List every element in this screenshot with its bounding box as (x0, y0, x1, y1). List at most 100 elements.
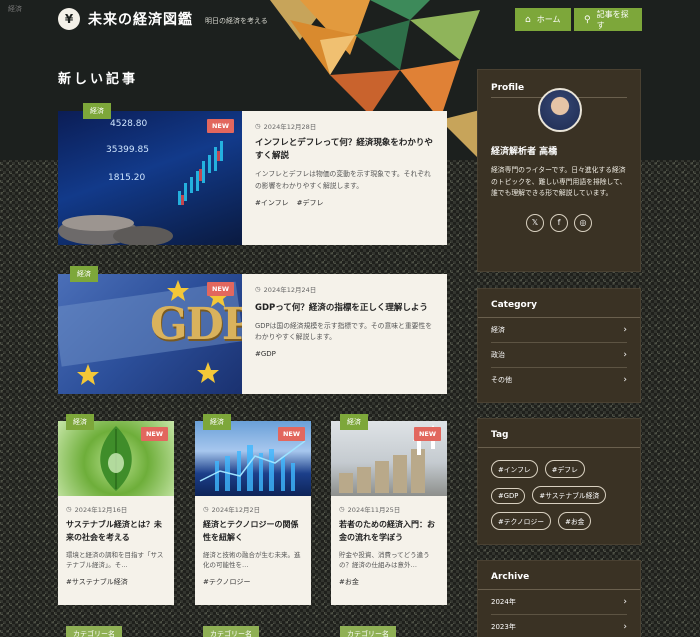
archive-item-label: 2024年 (491, 598, 516, 606)
article-card[interactable]: NEW ◷ 2024年11月25日 若者のための経済入門：お金の流れを学ぼう 貯金… (331, 421, 447, 605)
nav-search-label: 記事を探す (596, 9, 629, 30)
post-date: ◷ 2024年12月24日 (255, 284, 434, 294)
new-badge: NEW (206, 119, 234, 133)
post-date-text: 2024年12月2日 (211, 506, 261, 514)
chevron-right-icon: › (623, 350, 627, 360)
avatar (538, 88, 582, 132)
category-item-label: 経済 (491, 326, 505, 334)
profile-panel: Profile 経済解析者 高橋 経済専門のライターです。日々進化する経済のトピ… (477, 69, 641, 272)
instagram-icon[interactable]: ◎ (574, 213, 592, 232)
tag-link[interactable]: #インフレ (255, 198, 289, 208)
nav-search-button[interactable]: ⚲ 記事を探す (574, 8, 642, 31)
post-date: ◷ 2024年12月2日 (203, 504, 303, 514)
archive-item-label: 2023年 (491, 623, 516, 631)
article-title[interactable]: 経済とテクノロジーの関係性を紐解く (203, 519, 303, 545)
article-excerpt: 環境と経済の調和を目指す「サステナブル経済」。そ… (66, 550, 164, 570)
archive-item[interactable]: 2024年 › (491, 590, 627, 615)
article-title[interactable]: サステナブル経済とは？未来の社会を考える (66, 519, 166, 545)
archive-panel: Archive 2024年 › 2023年 › (477, 560, 641, 637)
tag-pill[interactable]: #インフレ (491, 460, 538, 478)
tag-pill[interactable]: #デフレ (544, 460, 585, 478)
thumb-number: 1815.20 (108, 173, 146, 183)
clock-icon: ◷ (203, 505, 209, 513)
chevron-right-icon: › (623, 597, 627, 607)
facebook-icon[interactable]: f (550, 213, 568, 232)
post-date-text: 2024年12月24日 (263, 286, 317, 294)
article-title[interactable]: GDPって何？経済の指標を正しく理解しよう (255, 302, 434, 315)
tag-panel: Tag #インフレ #デフレ #GDP #サステナブル経済 #テクノロジー #お… (477, 418, 641, 545)
site-tagline: 明日の経済を考える (205, 16, 268, 25)
article-title[interactable]: インフレとデフレって何？経済現象をわかりやすく解説 (255, 137, 434, 163)
chevron-right-icon: › (623, 325, 627, 335)
corner-label: 経済 (8, 5, 22, 13)
category-item[interactable]: 経済 › (491, 318, 627, 343)
archive-title: Archive (478, 561, 640, 590)
yen-bag-logo-icon: ¥ (58, 8, 80, 30)
article-thumbnail[interactable]: NEW (195, 421, 311, 496)
category-label[interactable]: 経済 (70, 266, 98, 282)
tag-pill[interactable]: #お金 (558, 512, 592, 530)
article-card[interactable]: 4528.80 35399.85 1815.20 NEW ◷ 2024年12月28… (58, 111, 447, 245)
nav-home-label: ホーム (536, 15, 561, 24)
site-title[interactable]: 未来の経済図鑑 (88, 9, 193, 29)
post-date: ◷ 2024年12月28日 (255, 121, 434, 131)
category-item-label: 政治 (491, 351, 505, 359)
clock-icon: ◷ (66, 505, 72, 513)
category-label[interactable]: 経済 (66, 414, 94, 430)
category-item[interactable]: その他 › (491, 368, 627, 392)
article-card[interactable]: GDP NEW ◷ 2024年12月24日 GDPって何？経済の指標を正しく理解し… (58, 274, 447, 394)
new-badge: NEW (140, 427, 168, 441)
section-title: 新しい記事 (58, 72, 139, 87)
tag-pill[interactable]: #テクノロジー (491, 512, 552, 530)
new-badge: NEW (413, 427, 441, 441)
chevron-right-icon: › (623, 622, 627, 632)
article-title[interactable]: 若者のための経済入門：お金の流れを学ぼう (339, 519, 439, 545)
thumb-number: 4528.80 (110, 119, 148, 129)
search-icon: ⚲ (584, 14, 591, 25)
article-thumbnail[interactable]: NEW (58, 421, 174, 496)
category-label[interactable]: 経済 (340, 414, 368, 430)
category-title: Category (478, 289, 640, 318)
x-icon[interactable]: 𝕏 (526, 213, 544, 232)
tag-pill[interactable]: #サステナブル経済 (532, 486, 607, 504)
post-date: ◷ 2024年11月25日 (339, 504, 439, 514)
tag-link[interactable]: #デフレ (297, 198, 324, 208)
new-badge: NEW (206, 282, 234, 296)
category-label[interactable]: カテゴリー名 (203, 626, 259, 637)
post-date-text: 2024年12月28日 (263, 123, 317, 131)
post-date: ◷ 2024年12月16日 (66, 504, 166, 514)
tag-pill[interactable]: #GDP (491, 488, 526, 504)
category-panel: Category 経済 › 政治 › その他 › (477, 288, 641, 403)
article-thumbnail[interactable]: 4528.80 35399.85 1815.20 NEW (58, 111, 242, 245)
tag-link[interactable]: #サステナブル経済 (66, 577, 128, 587)
article-card[interactable]: NEW ◷ 2024年12月16日 サステナブル経済とは？未来の社会を考える 環境… (58, 421, 174, 605)
chevron-right-icon: › (623, 375, 627, 385)
thumb-number: 35399.85 (106, 145, 149, 155)
article-excerpt: 経済と技術の融合が生む未来。進化の可能性を… (203, 550, 301, 570)
tag-title: Tag (478, 419, 640, 448)
category-item[interactable]: 政治 › (491, 343, 627, 368)
article-excerpt: 貯金や投資、消費ってどう違うの？経済の仕組みは意外… (339, 550, 430, 570)
category-label[interactable]: 経済 (203, 414, 231, 430)
article-excerpt: GDPは国の経済規模を示す指標です。その意味と重要性をわかりやすく解説します。 (255, 322, 433, 342)
site-brand[interactable]: ¥ 未来の経済図鑑 明日の経済を考える (58, 8, 268, 30)
article-excerpt: インフレとデフレは物価の変動を示す現象です。それぞれの影響をわかりやすく解説しま… (255, 170, 431, 190)
category-label[interactable]: カテゴリー名 (340, 626, 396, 637)
category-item-label: その他 (491, 376, 512, 384)
article-thumbnail[interactable]: NEW (331, 421, 447, 496)
post-date-text: 2024年11月25日 (347, 506, 401, 514)
category-label[interactable]: 経済 (83, 103, 111, 119)
clock-icon: ◷ (255, 122, 261, 130)
clock-icon: ◷ (255, 285, 261, 293)
tag-link[interactable]: #お金 (339, 577, 359, 587)
tag-link[interactable]: #GDP (255, 350, 276, 358)
article-card[interactable]: NEW ◷ 2024年12月2日 経済とテクノロジーの関係性を紐解く 経済と技術の… (195, 421, 311, 605)
profile-bio: 経済専門のライターです。日々進化する経済のトピックを、難しい専門用語を排除して、… (491, 166, 627, 198)
article-thumbnail[interactable]: GDP NEW (58, 274, 242, 394)
category-label[interactable]: カテゴリー名 (66, 626, 122, 637)
tag-link[interactable]: #テクノロジー (203, 577, 250, 587)
nav-home-button[interactable]: ⌂ ホーム (515, 8, 571, 31)
archive-item[interactable]: 2023年 › (491, 615, 627, 637)
post-date-text: 2024年12月16日 (74, 506, 128, 514)
clock-icon: ◷ (339, 505, 345, 513)
